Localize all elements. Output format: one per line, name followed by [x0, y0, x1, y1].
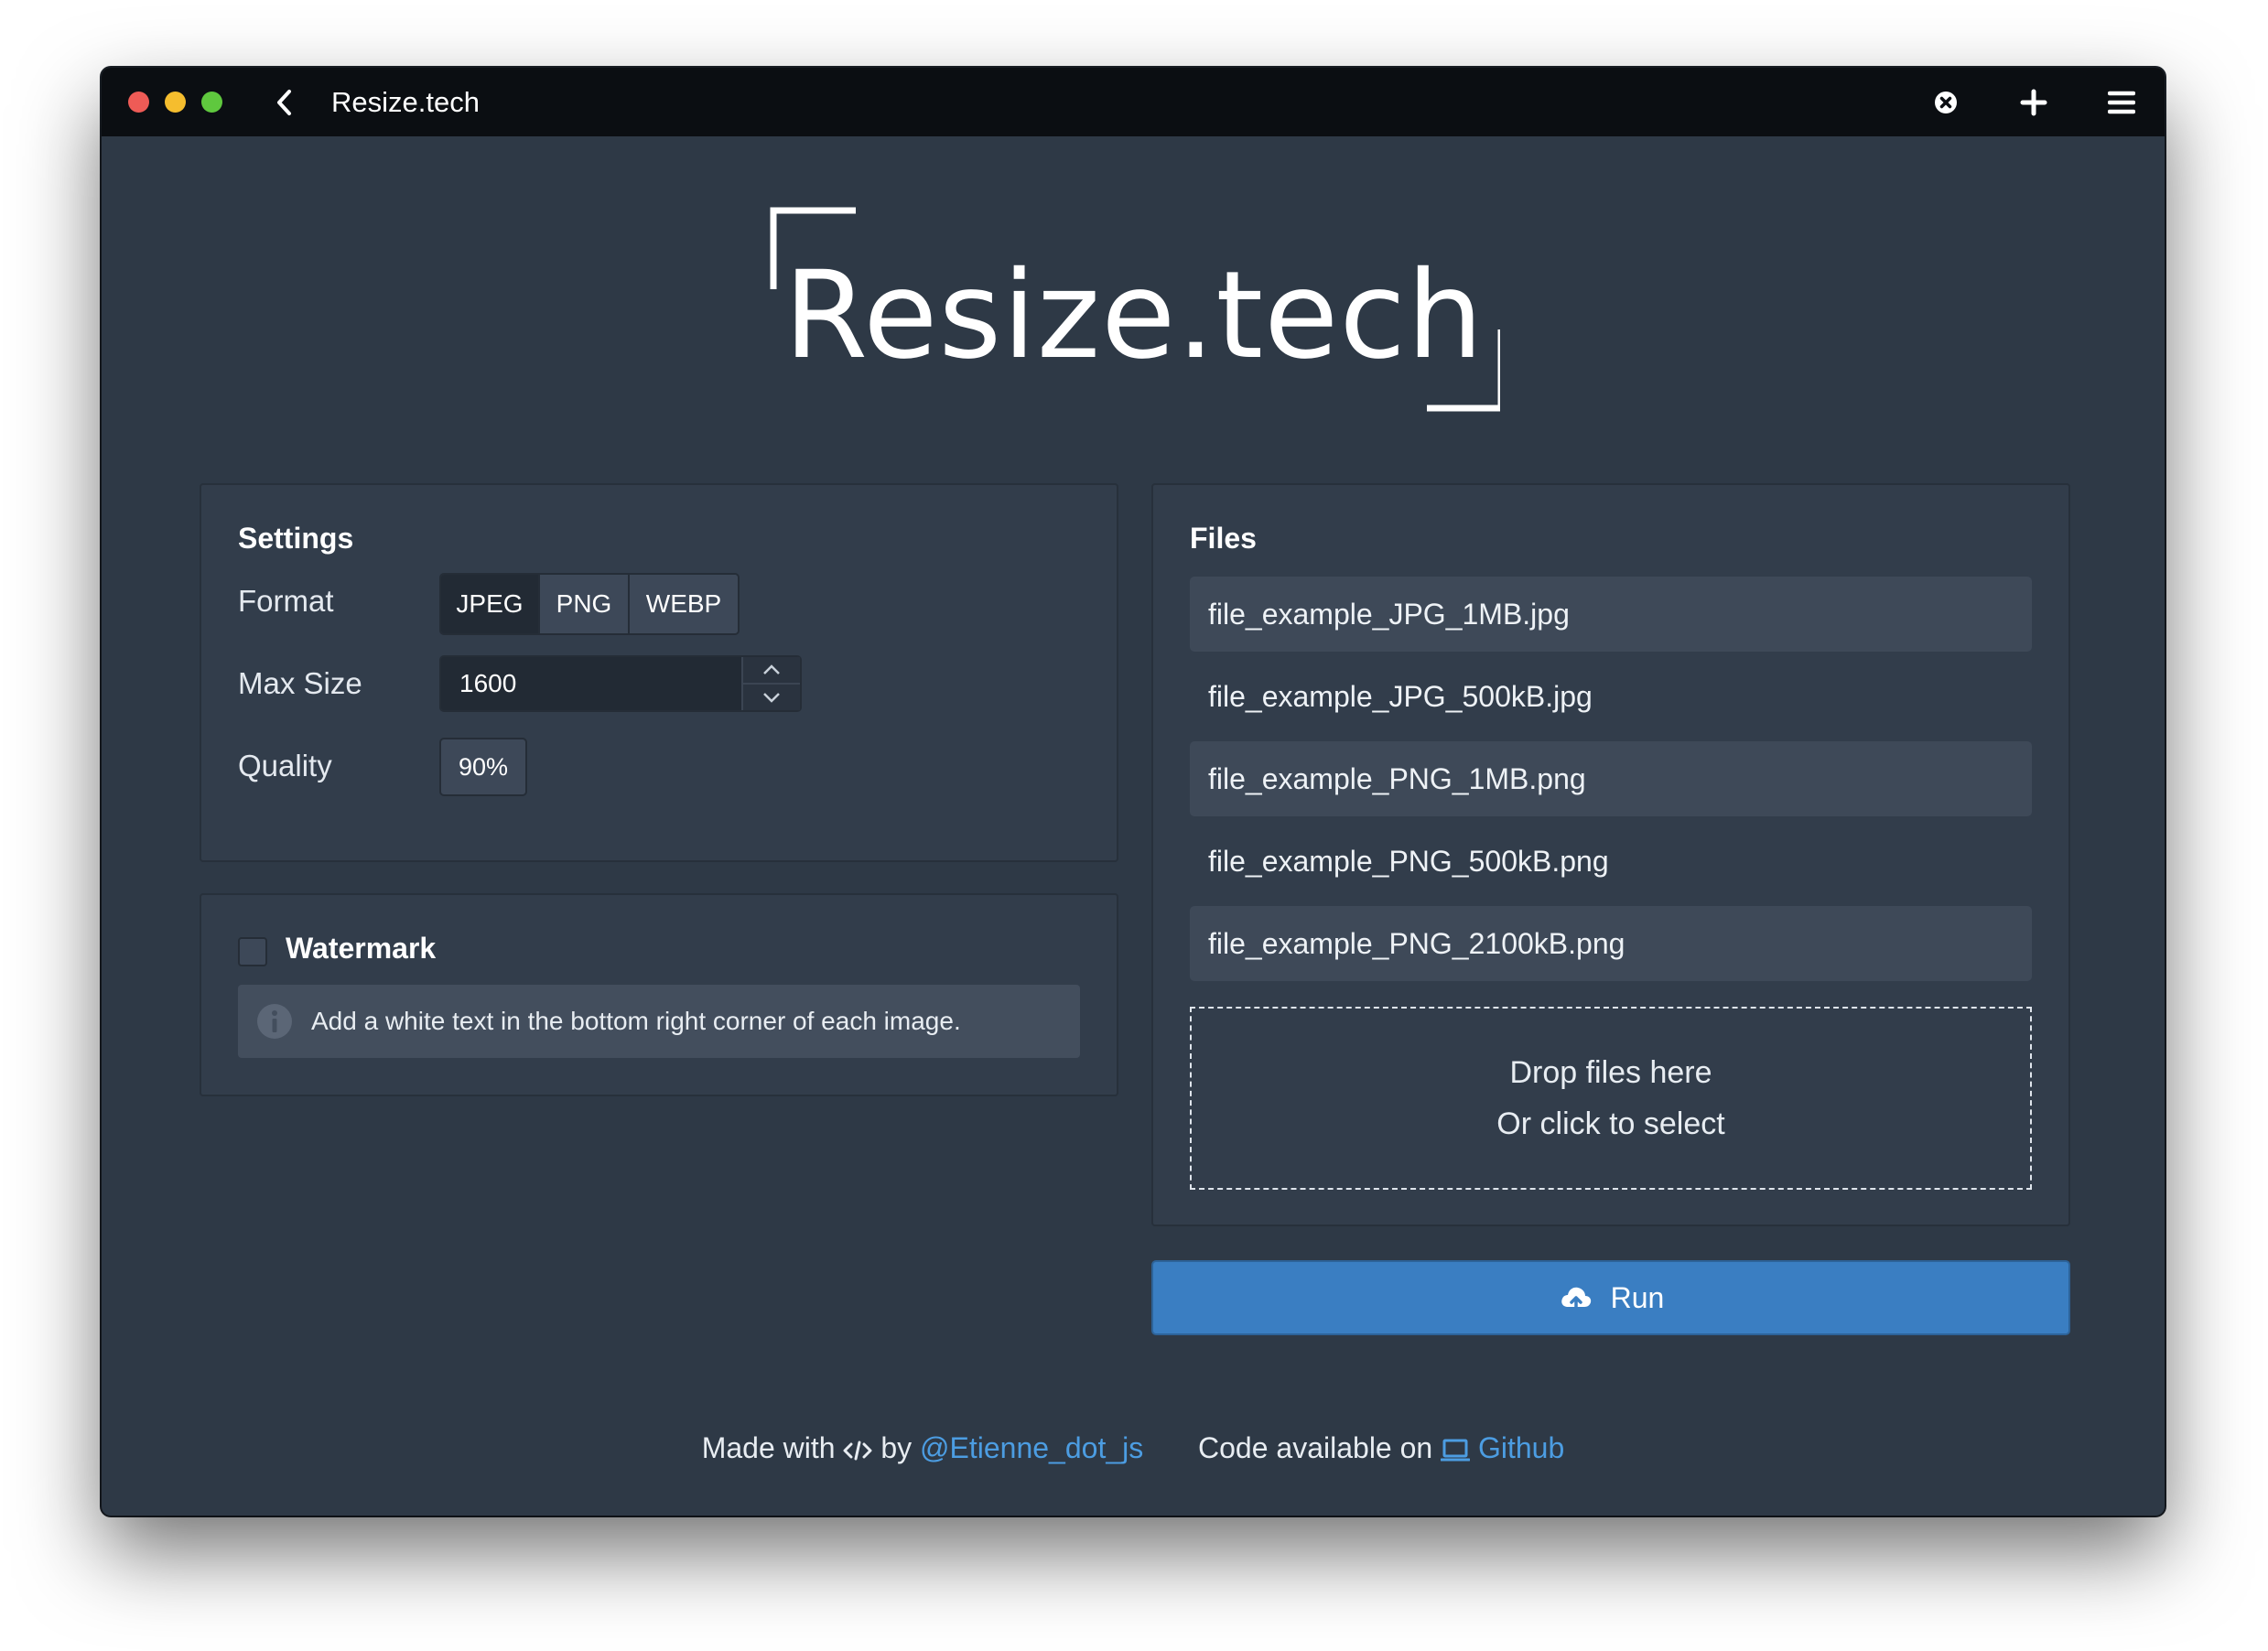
max-size-stepper[interactable] [741, 657, 800, 710]
settings-panel: Settings Format JPEG PNG WEBP Max Size 1… [200, 483, 1118, 862]
watermark-title: Watermark [286, 932, 437, 965]
format-label: Format [238, 584, 334, 618]
file-list-item[interactable]: file_example_PNG_2100kB.png [1190, 906, 2032, 981]
logo: Resize.tech [768, 207, 1500, 417]
file-name: file_example_JPG_500kB.jpg [1208, 679, 1593, 713]
footer-by: by [880, 1431, 913, 1464]
quality-input[interactable]: 90% [439, 738, 527, 796]
title-bar: Resize.tech [102, 68, 2165, 136]
maximize-window-button[interactable] [201, 92, 222, 113]
file-dropzone[interactable]: Drop files here Or click to select [1190, 1007, 2032, 1190]
close-window-button[interactable] [128, 92, 149, 113]
format-selector: JPEG PNG WEBP [439, 573, 740, 635]
watermark-info-text: Add a white text in the bottom right cor… [311, 1007, 961, 1035]
run-button[interactable]: Run [1151, 1260, 2070, 1335]
file-list-item[interactable]: file_example_PNG_1MB.png [1190, 741, 2032, 816]
github-link[interactable]: Github [1478, 1431, 1564, 1464]
format-option-webp[interactable]: WEBP [628, 575, 738, 633]
quality-label: Quality [238, 749, 332, 782]
plus-icon[interactable] [2018, 87, 2049, 118]
dropzone-line1: Drop files here [1509, 1055, 1712, 1090]
logo-text: Resize.tech [783, 245, 1485, 386]
back-icon[interactable] [269, 87, 300, 118]
file-name: file_example_PNG_500kB.png [1208, 844, 1609, 878]
file-name: file_example_PNG_2100kB.png [1208, 926, 1625, 960]
cloud-upload-icon [1561, 1287, 1591, 1312]
app-window: Resize.tech Resize.tech Settings Format … [102, 68, 2165, 1516]
files-panel: Files file_example_JPG_1MB.jpg file_exam… [1151, 483, 2070, 1226]
file-list-item[interactable]: file_example_JPG_1MB.jpg [1190, 577, 2032, 652]
footer-made-with: Made with [701, 1431, 836, 1464]
code-icon [843, 1441, 872, 1461]
laptop-icon [1441, 1439, 1471, 1462]
file-name: file_example_PNG_1MB.png [1208, 761, 1586, 795]
window-controls [128, 92, 238, 113]
chevron-down-icon[interactable] [743, 683, 800, 710]
author-link[interactable]: @Etienne_dot_js [920, 1431, 1143, 1464]
info-icon [257, 1004, 292, 1039]
footer: Made with by @Etienne_dot_js Code availa… [102, 1431, 2165, 1465]
chevron-up-icon[interactable] [743, 657, 800, 683]
close-circle-icon[interactable] [1930, 87, 1961, 118]
window-title: Resize.tech [331, 85, 480, 118]
file-name: file_example_JPG_1MB.jpg [1208, 597, 1570, 631]
format-option-jpeg[interactable]: JPEG [441, 575, 538, 633]
max-size-label: Max Size [238, 666, 362, 700]
watermark-panel: Watermark Add a white text in the bottom… [200, 893, 1118, 1096]
watermark-info: Add a white text in the bottom right cor… [238, 985, 1080, 1058]
max-size-input[interactable]: 1600 [439, 655, 802, 712]
menu-icon[interactable] [2106, 87, 2137, 118]
footer-code-available: Code available on [1198, 1431, 1433, 1464]
dropzone-line2: Or click to select [1496, 1106, 1725, 1141]
file-list-item[interactable]: file_example_JPG_500kB.jpg [1190, 659, 2032, 734]
run-button-label: Run [1610, 1280, 1665, 1314]
max-size-value[interactable]: 1600 [459, 669, 741, 698]
settings-title: Settings [238, 522, 354, 555]
minimize-window-button[interactable] [165, 92, 186, 113]
file-list-item[interactable]: file_example_PNG_500kB.png [1190, 824, 2032, 899]
watermark-checkbox[interactable] [238, 937, 267, 966]
files-title: Files [1190, 522, 1257, 555]
format-option-png[interactable]: PNG [538, 575, 628, 633]
